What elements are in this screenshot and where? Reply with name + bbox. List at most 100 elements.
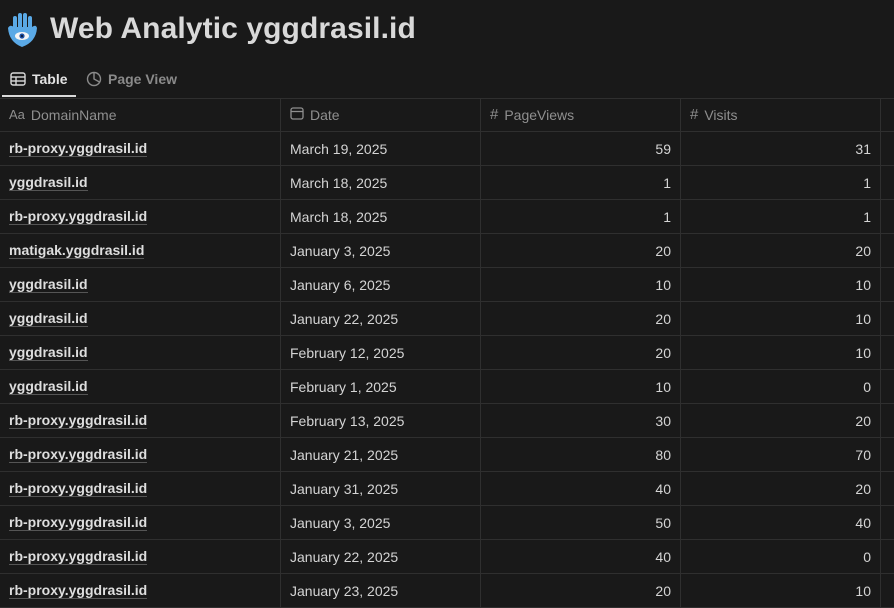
cell-visits[interactable]: 10: [681, 574, 881, 607]
cell-date[interactable]: January 3, 2025: [281, 506, 481, 539]
table-row[interactable]: yggdrasil.id February 12, 2025 20 10: [0, 336, 894, 370]
column-header-label: DomainName: [30, 106, 117, 123]
cell-domainname: matigak.yggdrasil.id: [0, 234, 281, 267]
table-row[interactable]: rb-proxy.yggdrasil.id January 31, 2025 4…: [0, 472, 894, 506]
cell-visits[interactable]: 1: [681, 200, 881, 233]
cell-visits[interactable]: 10: [681, 302, 881, 335]
text-property-icon: Aa: [9, 107, 25, 122]
cell-date[interactable]: January 21, 2025: [281, 438, 481, 471]
domain-link[interactable]: rb-proxy.yggdrasil.id: [9, 514, 148, 531]
analytics-table: Aa DomainName Date # PageViews # Visits …: [0, 98, 894, 608]
cell-date[interactable]: February 1, 2025: [281, 370, 481, 403]
domain-link[interactable]: rb-proxy.yggdrasil.id: [9, 446, 148, 463]
view-tabs: Table Page View: [0, 62, 894, 99]
column-header-domainname[interactable]: Aa DomainName: [0, 98, 281, 131]
table-row[interactable]: yggdrasil.id January 22, 2025 20 10: [0, 302, 894, 336]
cell-date[interactable]: January 23, 2025: [281, 574, 481, 607]
domain-link[interactable]: yggdrasil.id: [9, 310, 88, 327]
domain-link[interactable]: rb-proxy.yggdrasil.id: [9, 582, 148, 599]
table-row[interactable]: rb-proxy.yggdrasil.id February 13, 2025 …: [0, 404, 894, 438]
cell-date[interactable]: March 18, 2025: [281, 200, 481, 233]
table-row[interactable]: rb-proxy.yggdrasil.id January 23, 2025 2…: [0, 574, 894, 608]
cell-pageviews[interactable]: 50: [481, 506, 681, 539]
cell-domainname: rb-proxy.yggdrasil.id: [0, 200, 281, 233]
table-row[interactable]: rb-proxy.yggdrasil.id March 19, 2025 59 …: [0, 132, 894, 166]
domain-link[interactable]: rb-proxy.yggdrasil.id: [9, 480, 148, 497]
tab-page-view-label: Page View: [108, 71, 178, 87]
cell-date[interactable]: January 22, 2025: [281, 540, 481, 573]
table-row[interactable]: rb-proxy.yggdrasil.id March 18, 2025 1 1: [0, 200, 894, 234]
domain-link[interactable]: rb-proxy.yggdrasil.id: [9, 208, 148, 225]
cell-pageviews[interactable]: 20: [481, 574, 681, 607]
cell-domainname: rb-proxy.yggdrasil.id: [0, 472, 281, 505]
table-row[interactable]: yggdrasil.id March 18, 2025 1 1: [0, 166, 894, 200]
table-row[interactable]: matigak.yggdrasil.id January 3, 2025 20 …: [0, 234, 894, 268]
cell-pageviews[interactable]: 30: [481, 404, 681, 437]
table-row[interactable]: rb-proxy.yggdrasil.id January 22, 2025 4…: [0, 540, 894, 574]
hamsa-hand-icon[interactable]: [6, 12, 38, 48]
page-header: Web Analytic yggdrasil.id: [0, 0, 894, 66]
cell-visits[interactable]: 0: [681, 540, 881, 573]
cell-visits[interactable]: 10: [681, 268, 881, 301]
domain-link[interactable]: yggdrasil.id: [9, 276, 88, 293]
cell-date[interactable]: January 22, 2025: [281, 302, 481, 335]
cell-domainname: rb-proxy.yggdrasil.id: [0, 540, 281, 573]
cell-visits[interactable]: 10: [681, 336, 881, 369]
cell-visits[interactable]: 40: [681, 506, 881, 539]
cell-visits[interactable]: 70: [681, 438, 881, 471]
cell-pageviews[interactable]: 59: [481, 132, 681, 165]
cell-pageviews[interactable]: 80: [481, 438, 681, 471]
table-icon: [10, 72, 26, 86]
column-header-date[interactable]: Date: [281, 98, 481, 131]
cell-date[interactable]: January 31, 2025: [281, 472, 481, 505]
tab-table-label: Table: [32, 71, 68, 87]
number-property-icon: #: [490, 106, 499, 123]
cell-pageviews[interactable]: 10: [481, 268, 681, 301]
table-row[interactable]: yggdrasil.id February 1, 2025 10 0: [0, 370, 894, 404]
domain-link[interactable]: matigak.yggdrasil.id: [9, 242, 145, 259]
cell-visits[interactable]: 20: [681, 472, 881, 505]
tab-table[interactable]: Table: [10, 62, 68, 96]
cell-pageviews[interactable]: 1: [481, 166, 681, 199]
page-title: Web Analytic yggdrasil.id: [50, 12, 416, 45]
cell-date[interactable]: January 6, 2025: [281, 268, 481, 301]
cell-date[interactable]: February 12, 2025: [281, 336, 481, 369]
cell-pageviews[interactable]: 1: [481, 200, 681, 233]
cell-domainname: yggdrasil.id: [0, 302, 281, 335]
table-row[interactable]: rb-proxy.yggdrasil.id January 21, 2025 8…: [0, 438, 894, 472]
cell-pageviews[interactable]: 40: [481, 540, 681, 573]
cell-pageviews[interactable]: 20: [481, 336, 681, 369]
domain-link[interactable]: yggdrasil.id: [9, 174, 88, 191]
domain-link[interactable]: rb-proxy.yggdrasil.id: [9, 412, 148, 429]
cell-visits[interactable]: 20: [681, 234, 881, 267]
column-header-visits[interactable]: # Visits: [681, 98, 881, 131]
cell-date[interactable]: March 19, 2025: [281, 132, 481, 165]
domain-link[interactable]: rb-proxy.yggdrasil.id: [9, 548, 148, 565]
cell-pageviews[interactable]: 40: [481, 472, 681, 505]
cell-domainname: rb-proxy.yggdrasil.id: [0, 438, 281, 471]
cell-domainname: rb-proxy.yggdrasil.id: [0, 574, 281, 607]
cell-domainname: yggdrasil.id: [0, 370, 281, 403]
table-row[interactable]: yggdrasil.id January 6, 2025 10 10: [0, 268, 894, 302]
column-header-label: PageViews: [504, 106, 575, 123]
cell-visits[interactable]: 31: [681, 132, 881, 165]
cell-date[interactable]: March 18, 2025: [281, 166, 481, 199]
domain-link[interactable]: yggdrasil.id: [9, 344, 88, 361]
cell-date[interactable]: February 13, 2025: [281, 404, 481, 437]
cell-visits[interactable]: 0: [681, 370, 881, 403]
cell-visits[interactable]: 20: [681, 404, 881, 437]
domain-link[interactable]: rb-proxy.yggdrasil.id: [9, 140, 148, 157]
cell-domainname: yggdrasil.id: [0, 336, 281, 369]
cell-domainname: yggdrasil.id: [0, 166, 281, 199]
cell-pageviews[interactable]: 20: [481, 234, 681, 267]
cell-visits[interactable]: 1: [681, 166, 881, 199]
cell-date[interactable]: January 3, 2025: [281, 234, 481, 267]
calendar-icon: [290, 106, 304, 123]
domain-link[interactable]: yggdrasil.id: [9, 378, 88, 395]
tab-page-view[interactable]: Page View: [86, 62, 177, 96]
table-row[interactable]: rb-proxy.yggdrasil.id January 3, 2025 50…: [0, 506, 894, 540]
column-header-pageviews[interactable]: # PageViews: [481, 98, 681, 131]
column-header-label: Date: [310, 106, 340, 123]
cell-pageviews[interactable]: 20: [481, 302, 681, 335]
cell-pageviews[interactable]: 10: [481, 370, 681, 403]
